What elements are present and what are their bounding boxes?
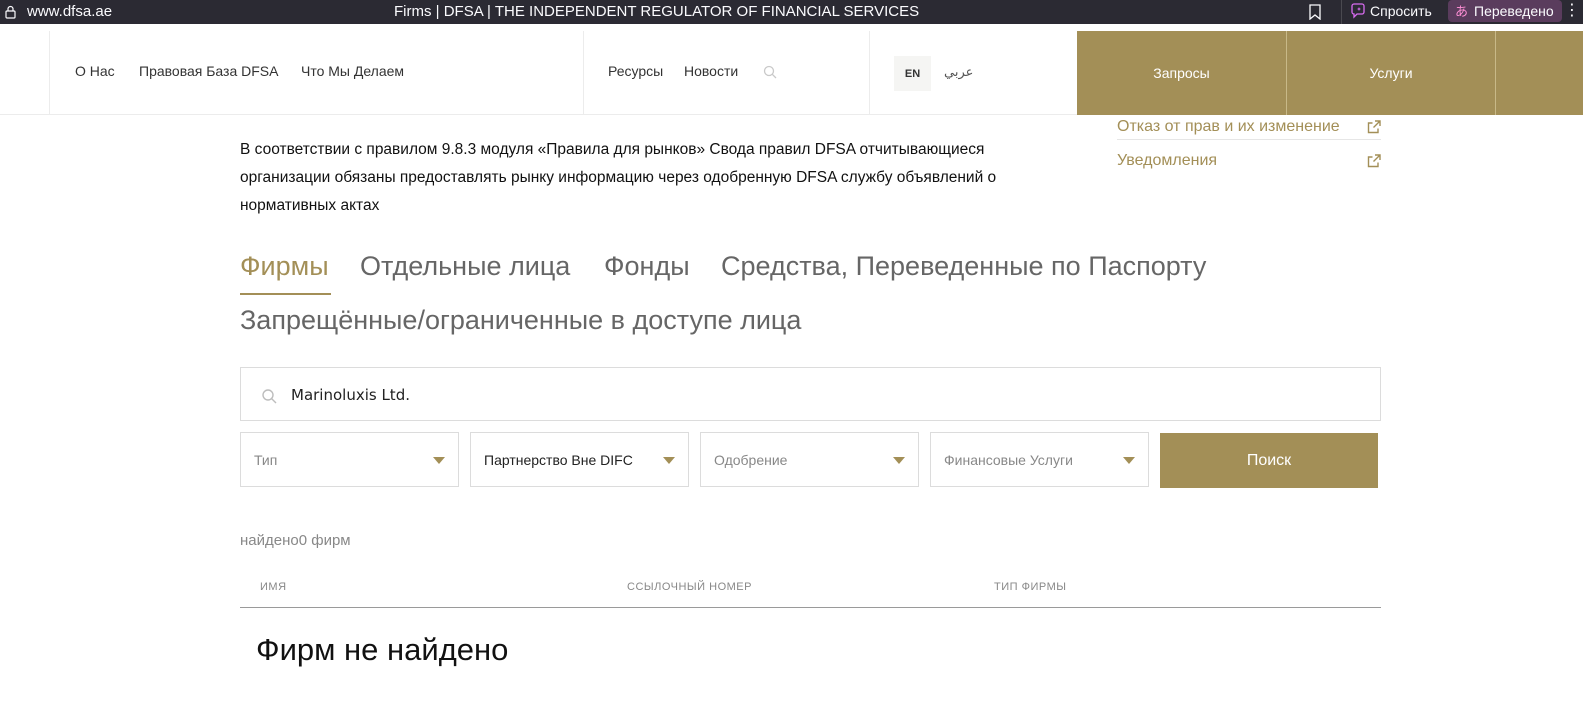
translate-icon: あ [1455, 5, 1468, 19]
nav-legal-framework[interactable]: Правовая База DFSA [139, 63, 279, 79]
filter-type-dropdown[interactable]: Тип [240, 432, 459, 487]
header-divider [583, 31, 584, 115]
filter-financial-services-dropdown[interactable]: Финансовые Услуги [930, 432, 1149, 487]
header-divider [869, 31, 870, 115]
table-header-divider [240, 607, 1381, 608]
header-divider [49, 31, 50, 115]
ai-sparkle-icon [1351, 3, 1365, 19]
no-results-message: Фирм не найдено [256, 632, 509, 667]
tab-funds[interactable]: Фонды [604, 251, 690, 282]
chevron-down-icon [893, 457, 905, 464]
tab-passported-funds[interactable]: Средства, Переведенные по Паспорту [721, 251, 1206, 282]
lang-en-button[interactable]: EN [894, 56, 931, 91]
tab-firms[interactable]: Фирмы [240, 251, 329, 282]
bookmark-icon[interactable] [1309, 4, 1321, 20]
translated-button-label: Переведено [1474, 3, 1554, 19]
filter-type-label: Тип [254, 452, 278, 468]
filter-partnership-dropdown[interactable]: Партнерство Вне DIFC [470, 432, 689, 487]
header-search-icon[interactable] [763, 65, 777, 79]
search-button[interactable]: Поиск [1160, 433, 1378, 488]
column-header-reference[interactable]: ССЫЛОЧНЫЙ НОМЕР [627, 581, 752, 593]
filter-approval-dropdown[interactable]: Одобрение [700, 432, 919, 487]
side-link-label: Уведомления [1117, 152, 1218, 169]
lock-icon [5, 5, 16, 19]
intro-paragraph: В соответствии с правилом 9.8.3 модуля «… [240, 141, 997, 214]
firm-search-box [240, 367, 1381, 421]
column-header-name[interactable]: ИМЯ [260, 581, 287, 593]
address-bar-url[interactable]: www.dfsa.ae [27, 3, 112, 20]
filter-financial-services-label: Финансовые Услуги [944, 452, 1073, 468]
external-link-icon [1367, 119, 1381, 133]
side-link-notifications[interactable]: Уведомления [1117, 150, 1381, 172]
chevron-down-icon [433, 457, 445, 464]
nav-what-we-do[interactable]: Что Мы Делаем [301, 63, 404, 79]
filter-approval-label: Одобрение [714, 452, 788, 468]
chevron-down-icon [663, 457, 675, 464]
side-link-waivers[interactable]: Отказ от прав и их изменение [1117, 114, 1381, 140]
search-icon [262, 389, 277, 404]
site-header: О Нас Правовая База DFSA Что Мы Делаем Р… [0, 31, 1583, 115]
browser-toolbar: www.dfsa.ae Firms | DFSA | THE INDEPENDE… [0, 0, 1583, 24]
active-tab-indicator [240, 293, 331, 295]
svg-text:あ: あ [1455, 5, 1468, 19]
nav-about[interactable]: О Нас [75, 63, 115, 79]
nav-news[interactable]: Новости [684, 63, 738, 79]
services-button[interactable]: Услуги [1287, 31, 1495, 115]
external-link-icon [1367, 154, 1381, 168]
side-link-label: Отказ от прав и их изменение [1117, 117, 1340, 135]
header-menu-button[interactable] [1496, 31, 1583, 115]
translated-button[interactable]: あ Переведено [1448, 0, 1562, 22]
chevron-down-icon [1123, 457, 1135, 464]
ask-button-label: Спросить [1370, 3, 1432, 19]
results-count: найдено0 фирм [240, 532, 351, 549]
lang-ar-button[interactable]: عربي [944, 64, 973, 80]
requests-button[interactable]: Запросы [1077, 31, 1286, 115]
toolbar-divider [1341, 0, 1342, 24]
ask-button[interactable]: Спросить [1346, 0, 1438, 22]
more-menu-icon[interactable]: ⋮ [1564, 2, 1580, 22]
column-header-firm-type[interactable]: ТИП ФИРМЫ [994, 581, 1066, 593]
page-title: Firms | DFSA | THE INDEPENDENT REGULATOR… [394, 3, 920, 20]
filter-partnership-label: Партнерство Вне DIFC [484, 452, 633, 468]
tab-individuals[interactable]: Отдельные лица [360, 251, 570, 282]
firm-search-input[interactable] [291, 382, 1351, 408]
tab-restricted-persons[interactable]: Запрещённые/ограниченные в доступе лица [240, 305, 801, 336]
nav-resources[interactable]: Ресурсы [608, 63, 663, 79]
